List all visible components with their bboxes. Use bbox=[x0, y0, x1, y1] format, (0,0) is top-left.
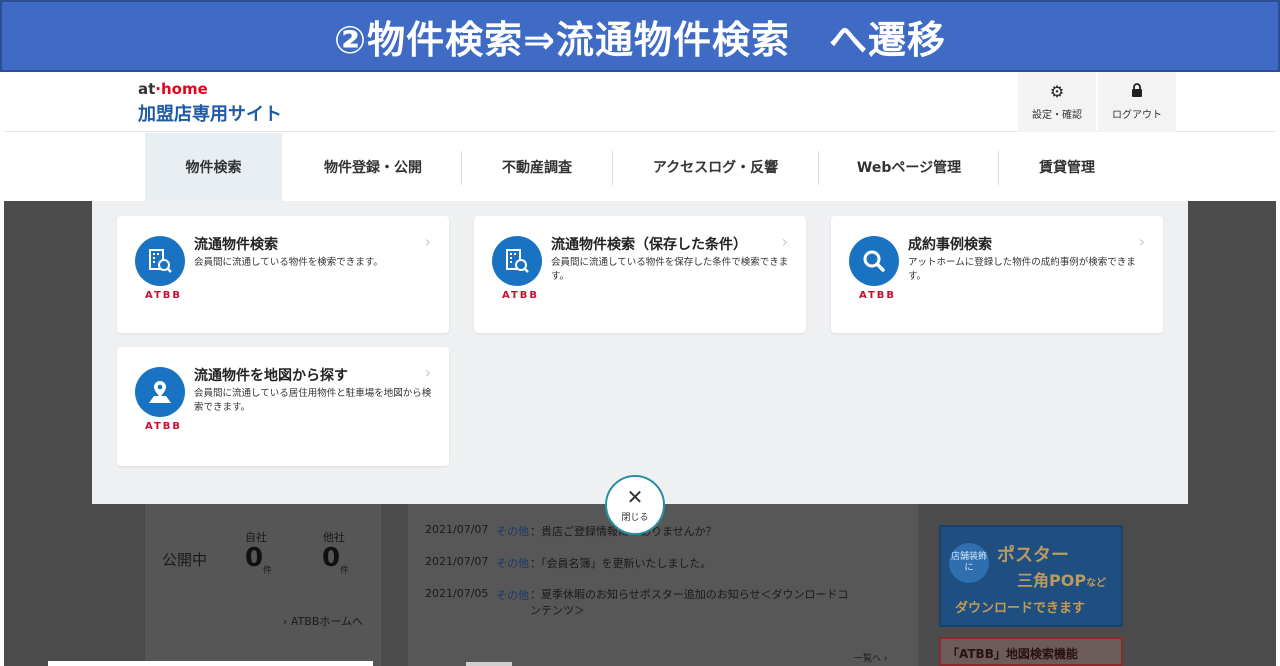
settings-label: 設定・確認 bbox=[1032, 109, 1082, 121]
chevron-right-icon: › bbox=[781, 232, 788, 251]
status-label: 公開中 bbox=[162, 551, 208, 569]
nav-item-rental-management[interactable]: 賃貸管理 bbox=[999, 133, 1135, 201]
logout-button[interactable]: ログアウト bbox=[1098, 72, 1176, 132]
bottom-strip bbox=[48, 661, 373, 666]
logo-mark: at·home bbox=[138, 80, 208, 98]
close-icon: ✕ bbox=[626, 485, 644, 509]
card-map-search[interactable]: ATBB 流通物件を地図から探す 会員間に流通している居住用物件と駐車場を地図か… bbox=[117, 347, 449, 466]
atbb-badge: ATBB bbox=[502, 290, 540, 301]
property-search-menu: ATBB 流通物件検索 会員間に流通している物件を検索できます。 › ATBB … bbox=[92, 201, 1188, 504]
poster-download-banner[interactable]: 店舗装飾に ポスター 三角POPなど ダウンロードできます bbox=[939, 525, 1123, 627]
settings-button[interactable]: ⚙ 設定・確認 bbox=[1018, 72, 1096, 132]
other-count-unit: 件 bbox=[340, 566, 350, 576]
map-search-banner[interactable]: 「ATBB」地図検索機能 bbox=[939, 637, 1123, 666]
magnifier-icon bbox=[849, 236, 899, 286]
logo-subtitle: 加盟店専用サイト bbox=[138, 104, 282, 125]
nav-item-property-search[interactable]: 物件検索 bbox=[145, 133, 282, 201]
atbb-badge: ATBB bbox=[145, 290, 183, 301]
card-title: 流通物件検索 bbox=[194, 237, 278, 253]
site-header: at·home 加盟店専用サイト ⚙ 設定・確認 ログアウト bbox=[4, 72, 1276, 132]
main-nav: 物件検索 物件登録・公開 不動産調査 アクセスログ・反響 Webページ管理 賃貸… bbox=[4, 133, 1276, 201]
card-description: 会員間に流通している物件を保存した条件で検索できます。 bbox=[551, 257, 789, 282]
news-more-link[interactable]: 一覧へ › bbox=[854, 651, 887, 664]
own-count: 0 bbox=[245, 543, 264, 573]
card-title: 成約事例検索 bbox=[908, 237, 992, 253]
chevron-right-icon: › bbox=[1138, 232, 1145, 251]
banner-column: 店舗装飾に ポスター 三角POPなど ダウンロードできます 「ATBB」地図検索… bbox=[935, 503, 1125, 666]
card-saved-condition-search[interactable]: ATBB 流通物件検索（保存した条件） 会員間に流通している物件を保存した条件で… bbox=[474, 216, 806, 333]
nav-item-property-registration[interactable]: 物件登録・公開 bbox=[286, 133, 460, 201]
pagination-indicator bbox=[466, 662, 512, 666]
news-panel: 2021/07/07 その他 ：貴店ご登録情報に ありませんか？ 2021/07… bbox=[408, 503, 918, 666]
card-description: 会員間に流通している物件を検索できます。 bbox=[194, 257, 383, 268]
chevron-right-icon: › bbox=[424, 232, 431, 251]
listing-summary-panel: 自社 他社 公開中 0 件 0 件 › ATBBホームへ bbox=[145, 503, 381, 666]
nav-item-access-log[interactable]: アクセスログ・反響 bbox=[613, 133, 818, 201]
atbb-home-link[interactable]: › ATBBホームへ bbox=[283, 613, 363, 629]
card-distribution-search[interactable]: ATBB 流通物件検索 会員間に流通している物件を検索できます。 › bbox=[117, 216, 449, 333]
card-contract-case-search[interactable]: ATBB 成約事例検索 アットホームに登録した物件の成約事例が検索できます。 › bbox=[831, 216, 1163, 333]
poster-circle: 店舗装飾に bbox=[949, 543, 989, 583]
map-pin-icon bbox=[135, 367, 185, 417]
card-description: アットホームに登録した物件の成約事例が検索できます。 bbox=[908, 257, 1136, 282]
lock-icon bbox=[1131, 83, 1143, 100]
atbb-badge: ATBB bbox=[859, 290, 897, 301]
atbb-badge: ATBB bbox=[145, 421, 183, 432]
other-count: 0 bbox=[322, 543, 341, 573]
gear-icon: ⚙ bbox=[1049, 81, 1065, 101]
logout-label: ログアウト bbox=[1112, 110, 1162, 121]
building-search-icon bbox=[492, 236, 542, 286]
poster-line2: 三角POPなど bbox=[1017, 571, 1107, 590]
own-count-unit: 件 bbox=[263, 566, 273, 576]
nav-item-real-estate-survey[interactable]: 不動産調査 bbox=[462, 133, 612, 201]
close-button[interactable]: ✕ 閉じる bbox=[605, 475, 665, 535]
close-label: 閉じる bbox=[621, 513, 649, 523]
poster-line1: ポスター bbox=[997, 545, 1069, 566]
card-title: 流通物件検索（保存した条件） bbox=[551, 237, 747, 253]
banner-text: ②物件検索⇒流通物件検索 へ遷移 bbox=[333, 17, 946, 62]
chevron-right-icon: › bbox=[424, 363, 431, 382]
building-search-icon bbox=[135, 236, 185, 286]
athome-logo[interactable]: at·home 加盟店専用サイト bbox=[138, 80, 282, 126]
card-description: 会員間に流通している居住用物件と駐車場を地図から検索できます。 bbox=[194, 388, 432, 413]
poster-line3: ダウンロードできます bbox=[955, 601, 1086, 616]
card-title: 流通物件を地図から探す bbox=[194, 368, 348, 384]
nav-item-web-page[interactable]: Webページ管理 bbox=[819, 133, 999, 201]
instruction-banner: ②物件検索⇒流通物件検索 へ遷移 bbox=[0, 0, 1280, 72]
